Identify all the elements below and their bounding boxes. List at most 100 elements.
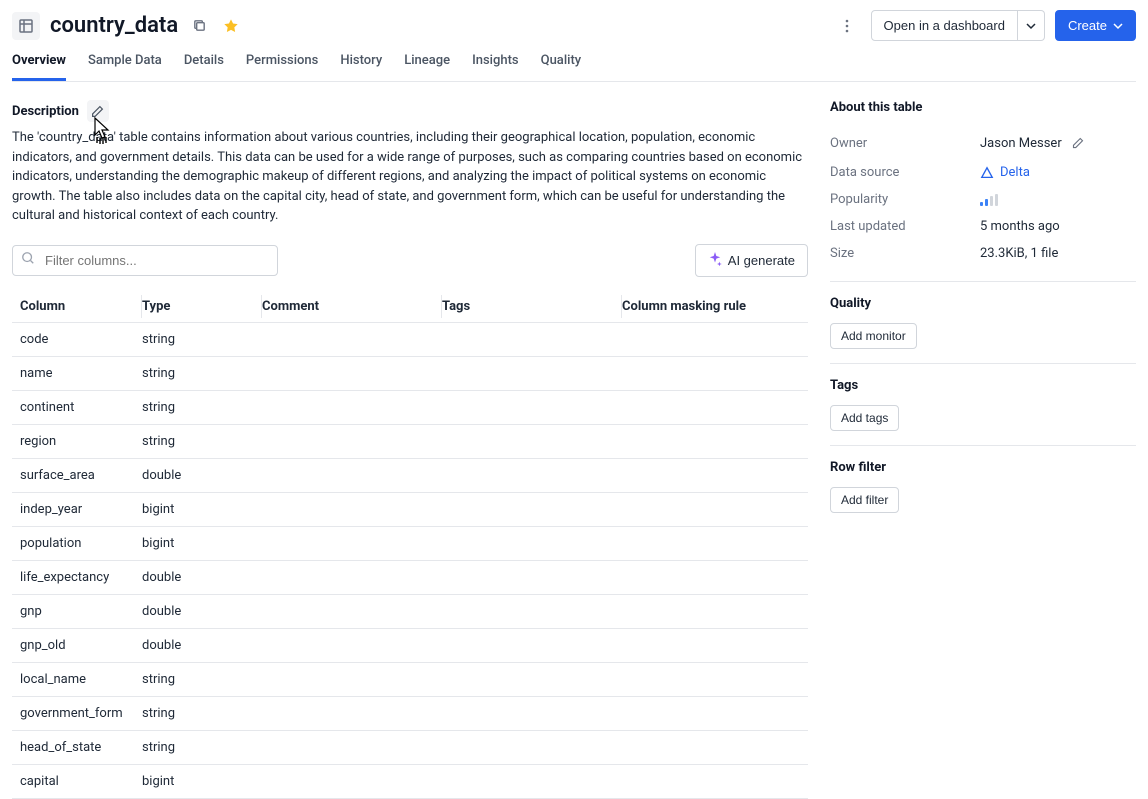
column-tags-cell: [442, 424, 622, 458]
column-type-cell: bigint: [142, 492, 262, 526]
tab-history[interactable]: History: [340, 53, 382, 81]
column-masking-cell: [622, 730, 808, 764]
column-name-cell: continent: [12, 390, 142, 424]
column-name-cell: surface_area: [12, 458, 142, 492]
column-tags-cell: [442, 764, 622, 798]
table-row[interactable]: surface_areadouble: [12, 458, 808, 492]
delta-icon: [980, 166, 994, 180]
table-row[interactable]: local_namestring: [12, 662, 808, 696]
column-comment-cell: [262, 764, 442, 798]
pencil-icon: [91, 105, 104, 118]
column-type-cell: string: [142, 390, 262, 424]
ai-generate-button[interactable]: AI generate: [695, 244, 808, 277]
filter-columns-input[interactable]: [12, 245, 278, 276]
column-tags-cell: [442, 322, 622, 356]
column-comment-cell: [262, 730, 442, 764]
tab-permissions[interactable]: Permissions: [246, 53, 318, 81]
create-button-label: Create: [1068, 18, 1107, 33]
column-header-type[interactable]: Type: [142, 291, 262, 323]
column-header-comment[interactable]: Comment: [262, 291, 442, 323]
owner-label: Owner: [830, 136, 980, 151]
open-in-dashboard-dropdown[interactable]: [1018, 10, 1045, 41]
column-header-name[interactable]: Column: [12, 291, 142, 323]
table-row[interactable]: namestring: [12, 356, 808, 390]
size-label: Size: [830, 246, 980, 261]
column-masking-cell: [622, 628, 808, 662]
column-masking-cell: [622, 696, 808, 730]
column-header-masking[interactable]: Column masking rule: [622, 291, 808, 323]
column-tags-cell: [442, 458, 622, 492]
column-type-cell: double: [142, 594, 262, 628]
column-name-cell: name: [12, 356, 142, 390]
datasource-value[interactable]: Delta: [1000, 165, 1030, 180]
column-comment-cell: [262, 526, 442, 560]
table-row[interactable]: capitalbigint: [12, 764, 808, 798]
column-tags-cell: [442, 696, 622, 730]
add-tags-button[interactable]: Add tags: [830, 405, 899, 431]
favorite-star-icon[interactable]: [219, 14, 243, 38]
open-in-dashboard-button[interactable]: Open in a dashboard: [871, 10, 1018, 41]
column-masking-cell: [622, 526, 808, 560]
column-type-cell: double: [142, 458, 262, 492]
tab-quality[interactable]: Quality: [541, 53, 582, 81]
column-name-cell: indep_year: [12, 492, 142, 526]
create-button[interactable]: Create: [1055, 10, 1136, 41]
owner-value: Jason Messer: [980, 136, 1062, 151]
add-filter-button[interactable]: Add filter: [830, 487, 899, 513]
column-name-cell: gnp_old: [12, 628, 142, 662]
search-icon: [21, 251, 35, 269]
add-monitor-button[interactable]: Add monitor: [830, 323, 917, 349]
column-tags-cell: [442, 560, 622, 594]
tags-heading: Tags: [830, 378, 1136, 393]
tab-details[interactable]: Details: [184, 53, 224, 81]
column-header-tags[interactable]: Tags: [442, 291, 622, 323]
column-name-cell: capital: [12, 764, 142, 798]
pencil-icon: [1072, 137, 1084, 149]
table-row[interactable]: government_formstring: [12, 696, 808, 730]
column-tags-cell: [442, 594, 622, 628]
table-row[interactable]: populationbigint: [12, 526, 808, 560]
table-row[interactable]: indep_yearbigint: [12, 492, 808, 526]
tab-lineage[interactable]: Lineage: [404, 53, 450, 81]
size-value: 23.3KiB, 1 file: [980, 246, 1136, 261]
column-name-cell: gnp: [12, 594, 142, 628]
column-name-cell: life_expectancy: [12, 560, 142, 594]
column-type-cell: string: [142, 356, 262, 390]
column-masking-cell: [622, 492, 808, 526]
column-comment-cell: [262, 560, 442, 594]
column-masking-cell: [622, 764, 808, 798]
table-row[interactable]: codestring: [12, 322, 808, 356]
edit-owner-button[interactable]: [1068, 133, 1088, 153]
table-row[interactable]: regionstring: [12, 424, 808, 458]
edit-description-button[interactable]: [87, 100, 109, 122]
datasource-label: Data source: [830, 165, 980, 180]
column-type-cell: bigint: [142, 764, 262, 798]
column-type-cell: string: [142, 424, 262, 458]
table-row[interactable]: life_expectancydouble: [12, 560, 808, 594]
page-title: country_data: [50, 13, 178, 38]
table-row[interactable]: continentstring: [12, 390, 808, 424]
about-heading: About this table: [830, 100, 1136, 115]
table-row[interactable]: head_of_statestring: [12, 730, 808, 764]
column-tags-cell: [442, 628, 622, 662]
column-tags-cell: [442, 492, 622, 526]
kebab-menu-icon[interactable]: [833, 12, 861, 40]
column-tags-cell: [442, 730, 622, 764]
tab-overview[interactable]: Overview: [12, 53, 66, 81]
column-name-cell: government_form: [12, 696, 142, 730]
tab-insights[interactable]: Insights: [472, 53, 519, 81]
column-comment-cell: [262, 390, 442, 424]
column-masking-cell: [622, 458, 808, 492]
ai-generate-label: AI generate: [728, 253, 795, 268]
table-row[interactable]: gnp_olddouble: [12, 628, 808, 662]
column-comment-cell: [262, 356, 442, 390]
column-tags-cell: [442, 356, 622, 390]
popularity-label: Popularity: [830, 192, 980, 207]
tab-sample-data[interactable]: Sample Data: [88, 53, 162, 81]
column-type-cell: string: [142, 662, 262, 696]
table-row[interactable]: gnpdouble: [12, 594, 808, 628]
column-masking-cell: [622, 560, 808, 594]
copy-icon[interactable]: [188, 14, 211, 37]
description-heading: Description: [12, 104, 79, 119]
column-comment-cell: [262, 458, 442, 492]
